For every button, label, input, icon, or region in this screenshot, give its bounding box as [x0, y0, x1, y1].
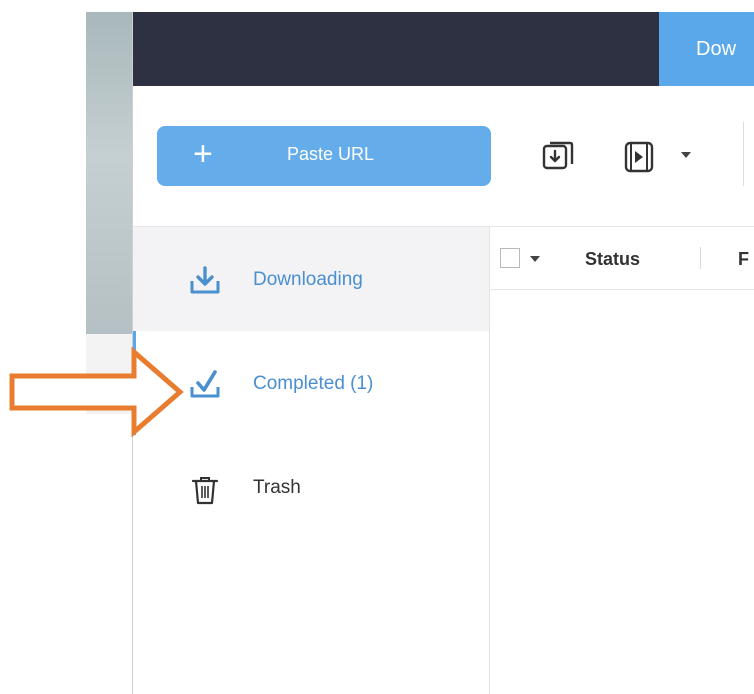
sidebar-item-trash[interactable]: Trash	[133, 435, 489, 539]
download-list: Status F	[490, 227, 754, 694]
tab-downloader[interactable]: Dow	[659, 12, 754, 86]
column-header-status[interactable]: Status	[585, 249, 640, 270]
trash-icon	[191, 477, 219, 505]
chevron-down-icon[interactable]	[530, 256, 540, 262]
toolbar: + Paste URL	[133, 86, 754, 227]
list-header: Status F	[490, 227, 754, 290]
background-window-left	[86, 12, 134, 334]
annotation-arrow-icon	[9, 346, 184, 438]
paste-url-label: Paste URL	[287, 144, 375, 164]
paste-url-button[interactable]: + Paste URL	[157, 126, 491, 186]
download-icon	[190, 266, 220, 294]
column-divider	[700, 247, 701, 269]
select-all-checkbox[interactable]	[500, 248, 520, 268]
checkmark-icon	[190, 370, 220, 398]
sidebar: Downloading Completed (1) Trash	[133, 227, 490, 694]
download-box-icon[interactable]	[541, 140, 575, 174]
chevron-down-icon[interactable]	[681, 152, 691, 158]
sidebar-item-label: Trash	[253, 477, 301, 498]
app-window: Dow + Paste URL Downloading Completed (1…	[132, 12, 754, 694]
sidebar-item-downloading[interactable]: Downloading	[133, 227, 489, 331]
sidebar-item-label: Completed (1)	[253, 373, 374, 394]
column-header-file[interactable]: F	[738, 249, 749, 270]
sidebar-item-label: Downloading	[253, 269, 363, 290]
title-bar: Dow	[133, 12, 754, 86]
plus-icon: +	[193, 135, 213, 173]
video-download-icon[interactable]	[623, 140, 657, 174]
toolbar-divider	[743, 122, 744, 186]
